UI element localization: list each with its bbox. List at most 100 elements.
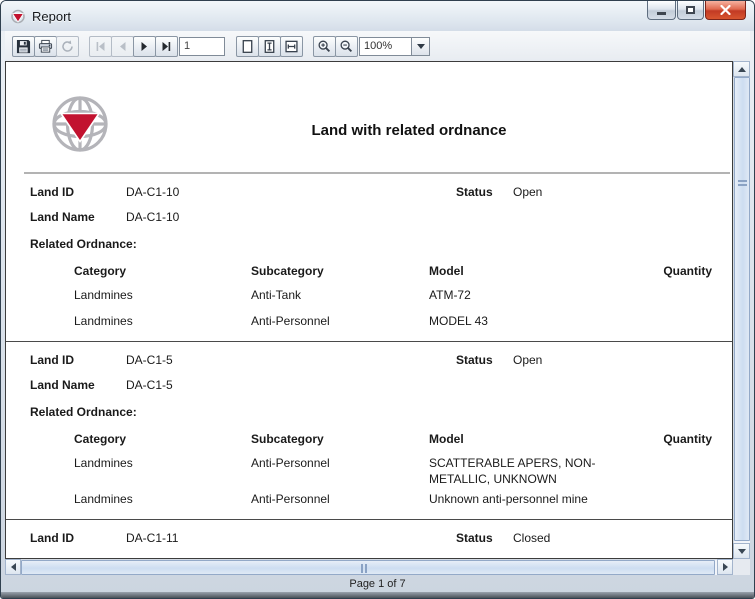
- window-bottom-frame: [1, 592, 754, 598]
- scroll-up-button[interactable]: [733, 61, 750, 77]
- zoom-out-icon: [339, 39, 354, 54]
- ordnance-row: Landmines Anti-Personnel Unknown anti-pe…: [74, 487, 712, 513]
- window-title: Report: [32, 9, 71, 24]
- last-page-icon: [159, 39, 174, 54]
- column-header-model: Model: [429, 432, 619, 446]
- arrow-down-icon: [738, 549, 746, 554]
- vertical-scroll-thumb[interactable]: [734, 77, 750, 541]
- arrow-left-icon: [11, 563, 16, 571]
- column-header-category: Category: [74, 432, 251, 446]
- report-title: Land with related ordnance: [126, 122, 692, 139]
- arrow-up-icon: [738, 67, 746, 72]
- minimize-button[interactable]: [647, 1, 676, 20]
- fit-width-button[interactable]: [280, 36, 303, 57]
- scroll-right-button[interactable]: [717, 559, 733, 575]
- save-button[interactable]: [12, 36, 35, 57]
- horizontal-scroll-track[interactable]: [21, 559, 717, 575]
- maximize-button[interactable]: [677, 1, 704, 20]
- ordnance-row: Landmines Anti-Tank ATM-72: [74, 283, 712, 309]
- toolbar: [5, 31, 750, 61]
- ordnance-rows: Landmines Anti-Personnel SCATTERABLE APE…: [6, 451, 732, 513]
- land-name-label: Land Name: [30, 210, 126, 224]
- land-name-row: Land Name DA-C1-11: [30, 550, 712, 559]
- ordnance-subcategory: Anti-Personnel: [251, 491, 429, 507]
- status-label: Status: [456, 531, 513, 545]
- column-header-model: Model: [429, 264, 619, 278]
- ordnance-row: Landmines Anti-Personnel SCATTERABLE APE…: [74, 451, 712, 487]
- ordnance-model: ATM-72: [429, 287, 619, 303]
- close-button[interactable]: [705, 1, 746, 20]
- report-page: Land with related ordnance Land ID DA-C1…: [6, 62, 732, 559]
- report-viewport: Land with related ordnance Land ID DA-C1…: [5, 61, 733, 559]
- ordnance-subcategory: Anti-Tank: [251, 287, 429, 303]
- page-number-input[interactable]: [179, 37, 225, 56]
- scroll-left-button[interactable]: [5, 559, 21, 575]
- fit-width-icon: [284, 39, 299, 54]
- fit-page-button[interactable]: [258, 36, 281, 57]
- ordnance-model: Unknown anti-personnel mine: [429, 491, 619, 507]
- column-header-subcategory: Subcategory: [251, 264, 429, 278]
- land-id-value: DA-C1-11: [126, 531, 456, 545]
- first-page-icon: [93, 39, 108, 54]
- horizontal-scroll-thumb[interactable]: [21, 560, 715, 575]
- land-record: Land ID DA-C1-10 Status Open Land Name D…: [6, 174, 732, 341]
- next-page-button[interactable]: [133, 36, 156, 57]
- status-value: Closed: [513, 531, 712, 545]
- zoom-out-button[interactable]: [335, 36, 358, 57]
- ordnance-row: Landmines Anti-Personnel MODEL 43: [74, 309, 712, 335]
- chevron-down-icon: [417, 44, 425, 49]
- fit-page-icon: [262, 39, 277, 54]
- last-page-button[interactable]: [155, 36, 178, 57]
- related-ordnance-label: Related Ordnance:: [30, 397, 732, 426]
- zoom-level-input[interactable]: [359, 37, 411, 56]
- land-name-row: Land Name DA-C1-10: [30, 204, 712, 229]
- ordnance-model: SCATTERABLE APERS, NON-METALLIC, UNKNOWN: [429, 455, 619, 487]
- print-button[interactable]: [34, 36, 57, 57]
- horizontal-scrollbar[interactable]: [5, 559, 733, 575]
- land-name-row: Land Name DA-C1-5: [30, 372, 712, 397]
- page-info: Page 1 of 7: [349, 578, 405, 590]
- land-name-value: DA-C1-5: [126, 378, 456, 392]
- land-id-value: DA-C1-5: [126, 353, 456, 367]
- ordnance-category: Landmines: [74, 287, 251, 303]
- ordnance-category: Landmines: [74, 491, 251, 507]
- zoom-in-button[interactable]: [313, 36, 336, 57]
- print-icon: [38, 39, 53, 54]
- statusbar: Page 1 of 7: [5, 575, 750, 592]
- vertical-scrollbar[interactable]: [733, 61, 750, 559]
- close-icon: [720, 5, 731, 15]
- status-value: Open: [513, 185, 712, 199]
- titlebar: Report: [1, 1, 754, 31]
- column-header-category: Category: [74, 264, 251, 278]
- previous-page-button[interactable]: [111, 36, 134, 57]
- report-window: Report: [0, 0, 755, 599]
- refresh-button[interactable]: [56, 36, 79, 57]
- land-id-value: DA-C1-10: [126, 185, 456, 199]
- zoom-level-dropdown-button[interactable]: [411, 37, 430, 56]
- status-value: Open: [513, 353, 712, 367]
- first-page-button[interactable]: [89, 36, 112, 57]
- report-header: Land with related ordnance: [6, 62, 732, 172]
- related-ordnance-block: Related Ordnance: Category Subcategory M…: [6, 229, 732, 335]
- ordnance-model: MODEL 43: [429, 313, 619, 329]
- ordnance-category: Landmines: [74, 455, 251, 471]
- scroll-grip: [738, 180, 747, 186]
- ordnance-rows: Landmines Anti-Tank ATM-72 Landmines Ant…: [6, 283, 732, 335]
- ordnance-header-row: Category Subcategory Model Quantity: [74, 258, 712, 283]
- land-id-label: Land ID: [30, 185, 126, 199]
- land-id-row: Land ID DA-C1-10 Status Open: [30, 179, 712, 204]
- next-page-icon: [137, 39, 152, 54]
- vertical-scroll-track[interactable]: [733, 77, 750, 543]
- ordnance-category: Landmines: [74, 313, 251, 329]
- land-id-label: Land ID: [30, 531, 126, 545]
- previous-page-icon: [115, 39, 130, 54]
- related-ordnance-block: Related Ordnance: Category Subcategory M…: [6, 397, 732, 513]
- land-id-row: Land ID DA-C1-11 Status Closed: [30, 525, 712, 550]
- land-id-row: Land ID DA-C1-5 Status Open: [30, 347, 712, 372]
- scroll-grip: [361, 564, 367, 573]
- actual-size-button[interactable]: [236, 36, 259, 57]
- scroll-down-button[interactable]: [733, 543, 750, 559]
- globe-logo-icon: [48, 92, 112, 159]
- land-id-label: Land ID: [30, 353, 126, 367]
- column-header-quantity: Quantity: [619, 264, 712, 278]
